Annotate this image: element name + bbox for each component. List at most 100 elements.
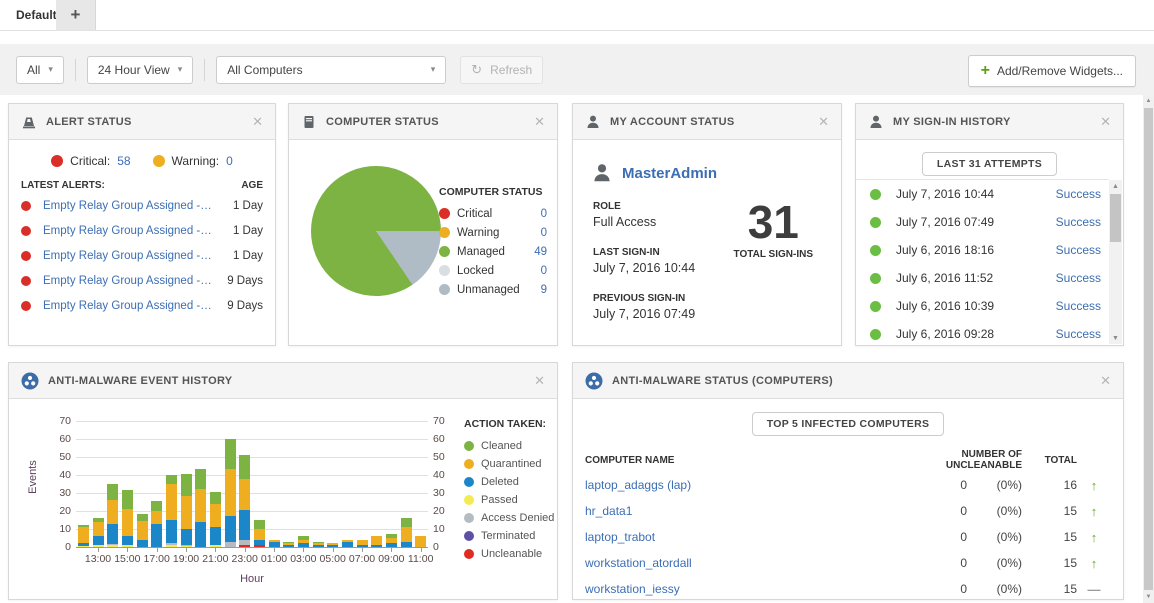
computer-name-link[interactable]: laptop_trabot	[585, 530, 927, 544]
bar-02:00[interactable]	[283, 542, 294, 547]
bar-01:00[interactable]	[269, 540, 280, 547]
top5-infected-button[interactable]: TOP 5 INFECTED COMPUTERS	[752, 412, 945, 436]
signin-date: July 6, 2016 11:52	[896, 271, 1031, 285]
bar-18:00[interactable]	[166, 475, 177, 547]
bar-14:00[interactable]	[107, 484, 118, 547]
signin-result-link[interactable]: Success	[1031, 299, 1109, 313]
scroll-down-icon[interactable]: ▼	[1109, 332, 1122, 344]
x-tick	[303, 548, 308, 552]
bar-19:00[interactable]	[181, 474, 192, 547]
bar-03:00[interactable]	[298, 536, 309, 547]
scroll-up-icon[interactable]: ▲	[1109, 180, 1122, 192]
bar-17:00[interactable]	[151, 501, 162, 547]
add-remove-widgets-button[interactable]: + Add/Remove Widgets...	[968, 55, 1136, 87]
bar-12:00[interactable]	[78, 525, 89, 547]
bar-22:00[interactable]	[225, 439, 236, 547]
critical-dot	[21, 301, 31, 311]
gridline	[76, 421, 428, 422]
legend-value-link[interactable]: 0	[541, 265, 547, 277]
bar-segment	[122, 509, 133, 536]
previous-signin-value: July 7, 2016 07:49	[593, 307, 695, 321]
close-icon[interactable]: ✕	[534, 115, 545, 128]
legend-value-link[interactable]: 0	[541, 227, 547, 239]
bar-05:00[interactable]	[327, 543, 338, 547]
total-signins: 31 TOTAL SIGN-INS	[734, 199, 813, 260]
signin-result-link[interactable]: Success	[1031, 243, 1109, 257]
chevron-down-icon: ▾	[48, 64, 53, 75]
bar-07:00[interactable]	[357, 540, 368, 547]
account-user: MasterAdmin	[591, 162, 717, 184]
legend-label: Cleaned	[481, 440, 522, 452]
signin-result-link[interactable]: Success	[1031, 215, 1109, 229]
signin-result-link[interactable]: Success	[1031, 327, 1109, 341]
last-attempts-button[interactable]: LAST 31 ATTEMPTS	[922, 152, 1057, 176]
bar-segment	[239, 479, 250, 511]
legend-label: Terminated	[481, 530, 535, 542]
refresh-button[interactable]: ↻ Refresh	[460, 56, 543, 84]
bar-11:00[interactable]	[415, 536, 426, 547]
bar-segment	[151, 524, 162, 547]
legend-row: Passed	[464, 491, 554, 509]
computer-name-link[interactable]: laptop_adaggs (lap)	[585, 478, 927, 492]
legend-row: Uncleanable	[464, 545, 554, 563]
signin-result-link[interactable]: Success	[1031, 187, 1109, 201]
signin-result-link[interactable]: Success	[1031, 271, 1109, 285]
close-icon[interactable]: ✕	[252, 115, 263, 128]
bar-segment	[122, 536, 133, 545]
legend-value-link[interactable]: 9	[541, 284, 547, 296]
legend-row: Critical0	[439, 204, 547, 223]
alert-link[interactable]: Empty Relay Group Assigned - dir...	[43, 300, 213, 312]
alert-link[interactable]: Empty Relay Group Assigned - dir...	[43, 275, 213, 287]
legend-value-link[interactable]: 49	[534, 246, 547, 258]
close-icon[interactable]: ✕	[1100, 374, 1111, 387]
critical-count-link[interactable]: 58	[117, 154, 130, 168]
bar-15:00[interactable]	[122, 490, 133, 547]
computer-status-pie[interactable]	[311, 166, 441, 296]
computer-name-link[interactable]: workstation_iessy	[585, 582, 927, 596]
view-dropdown[interactable]: 24 Hour View ▾	[87, 56, 193, 84]
bar-06:00[interactable]	[342, 540, 353, 547]
bar-04:00[interactable]	[313, 542, 324, 547]
filter-dropdown-label: All	[27, 63, 40, 77]
anti-malware-icon	[585, 372, 603, 390]
scrollbar-thumb[interactable]	[1144, 108, 1153, 590]
scrollbar-thumb[interactable]	[1110, 194, 1121, 242]
alert-link[interactable]: Empty Relay Group Assigned - 19...	[43, 200, 213, 212]
computer-name-link[interactable]: workstation_atordall	[585, 556, 927, 570]
username-link[interactable]: MasterAdmin	[622, 165, 717, 182]
bar-23:00[interactable]	[239, 455, 250, 547]
x-tick	[391, 548, 396, 552]
scroll-up-icon[interactable]: ▲	[1143, 95, 1154, 107]
legend-row: Unmanaged9	[439, 280, 547, 299]
close-icon[interactable]: ✕	[818, 115, 829, 128]
filter-dropdown[interactable]: All ▾	[16, 56, 64, 84]
bar-segment	[151, 511, 162, 524]
computer-name-link[interactable]: hr_data1	[585, 504, 927, 518]
scroll-down-icon[interactable]: ▼	[1143, 591, 1154, 603]
x-tick	[362, 548, 367, 552]
bar-16:00[interactable]	[137, 514, 148, 547]
add-tab-button[interactable]: +	[56, 0, 96, 30]
signin-list-scrollbar[interactable]: ▲ ▼	[1109, 180, 1122, 344]
bar-segment	[210, 504, 221, 527]
bar-segment	[225, 469, 236, 516]
bar-10:00[interactable]	[401, 518, 412, 547]
bar-09:00[interactable]	[386, 534, 397, 547]
bar-21:00[interactable]	[210, 492, 221, 547]
y-tick-label: 0	[433, 541, 459, 553]
view-dropdown-label: 24 Hour View	[98, 63, 170, 77]
bar-segment	[386, 543, 397, 547]
close-icon[interactable]: ✕	[534, 374, 545, 387]
legend-value-link[interactable]: 0	[541, 208, 547, 220]
bar-13:00[interactable]	[93, 518, 104, 547]
alert-link[interactable]: Empty Relay Group Assigned - CA...	[43, 250, 213, 262]
alert-link[interactable]: Empty Relay Group Assigned - CA...	[43, 225, 213, 237]
bar-20:00[interactable]	[195, 469, 206, 547]
bar-00:00[interactable]	[254, 520, 265, 547]
page-scrollbar[interactable]: ▲ ▼	[1143, 95, 1154, 603]
warning-count-link[interactable]: 0	[226, 154, 233, 168]
scope-select[interactable]: All Computers ▾	[216, 56, 446, 84]
bar-08:00[interactable]	[371, 536, 382, 547]
close-icon[interactable]: ✕	[1100, 115, 1111, 128]
legend-dot	[464, 549, 474, 559]
